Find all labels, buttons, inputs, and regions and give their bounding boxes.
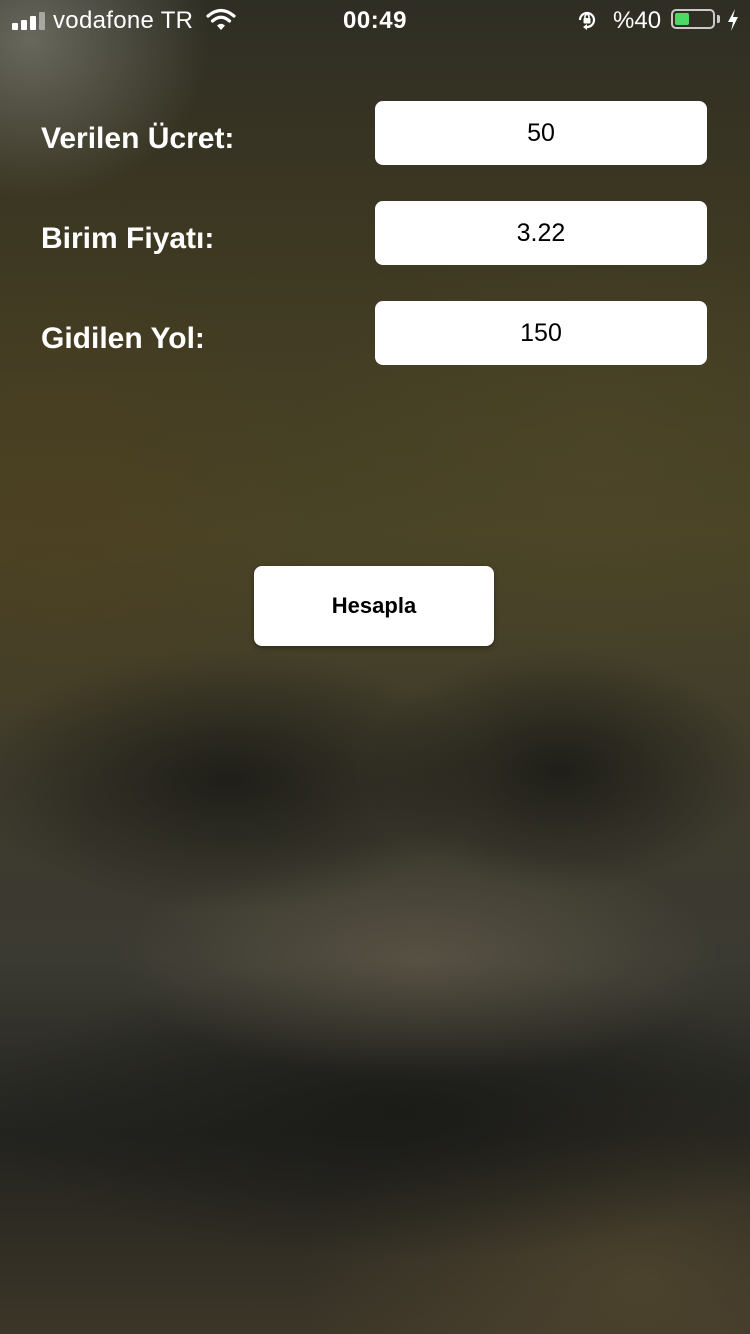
battery-percentage: %40 [613,7,662,34]
label-gidilen-yol: Gidilen Yol: [41,322,205,355]
verilen-ucret-input[interactable] [375,101,707,165]
label-birim-fiyati: Birim Fiyatı: [41,222,215,255]
battery-level-fill [675,13,689,25]
label-verilen-ucret: Verilen Ücret: [41,122,235,155]
hesapla-button[interactable]: Hesapla [254,566,494,646]
birim-fiyati-input[interactable] [375,201,707,265]
status-bar: vodafone TR 00:49 %40 [0,0,750,40]
rotation-lock-icon [575,8,599,39]
charging-bolt-icon [726,8,740,39]
battery-cap [717,15,720,23]
gidilen-yol-input[interactable] [375,301,707,365]
battery-icon [671,9,715,29]
